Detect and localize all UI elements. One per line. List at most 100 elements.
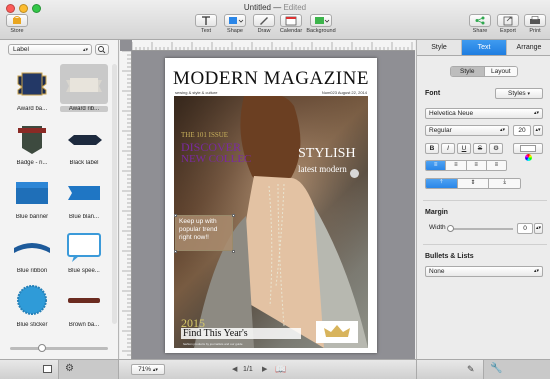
issue-number-text[interactable]: THE 101 ISSUE [181, 131, 228, 139]
inspector-toggle-a[interactable]: ✎ [416, 360, 483, 379]
justify-button[interactable]: ≡ [486, 161, 506, 170]
slider-knob[interactable] [38, 344, 46, 352]
horizontal-ruler [132, 40, 415, 51]
magazine-tagline[interactable]: sewing & style & culture [175, 90, 217, 95]
library-item-label: Black label [69, 160, 99, 166]
brown-banner-thumb [60, 280, 108, 320]
share-button[interactable]: Share [467, 14, 493, 38]
library-item-brown-banner[interactable]: Brown ba... [60, 280, 108, 328]
thumbnail-size-slider[interactable] [10, 344, 108, 352]
text-tool-button[interactable]: Text [193, 14, 219, 38]
alignment-group: ≡ ≡ ≡ ≡ [425, 160, 507, 171]
zoom-select[interactable]: 71% ▴▾ [131, 364, 165, 375]
magazine-title[interactable]: MODERN MAGAZINE [165, 68, 377, 90]
tab-text[interactable]: Text [462, 40, 507, 55]
search-button[interactable] [95, 44, 109, 55]
subtab-layout[interactable]: Layout [484, 67, 517, 76]
library-item-label: Award rib... [60, 106, 108, 112]
calendar-tool-button[interactable]: Calendar [278, 14, 304, 38]
textbox-handle-tr[interactable] [232, 214, 235, 217]
background-tool-label: Background [306, 28, 336, 34]
library-item-blue-blank[interactable]: Blue blan... [60, 172, 108, 220]
textbox-handle-bl[interactable] [174, 250, 177, 253]
category-select[interactable]: Label ▴▾ [8, 44, 92, 55]
align-center-button[interactable]: ≡ [446, 161, 467, 170]
stylish-headline[interactable]: STYLISH [298, 146, 356, 162]
library-item-badge-ribbon[interactable]: Badge - ri... [8, 118, 56, 166]
font-family-select[interactable]: Helvetica Neue ▴▾ [425, 108, 543, 119]
tab-style[interactable]: Style [417, 40, 462, 55]
tab-arrange[interactable]: Arrange [507, 40, 550, 55]
valign-top-button[interactable]: ⤒ [426, 179, 458, 188]
align-left-icon: ≡ [433, 162, 438, 168]
library-item-blue-speech[interactable]: Blue spee... [60, 226, 108, 274]
align-left-button[interactable]: ≡ [426, 161, 447, 170]
crown-logo[interactable] [316, 321, 358, 343]
library-item-label: Blue blan... [68, 214, 100, 220]
valign-bottom-button[interactable]: ⤓ [489, 179, 520, 188]
previous-page-button[interactable]: ◀ [232, 365, 237, 373]
styles-dropdown[interactable]: Styles ▾ [495, 88, 543, 99]
bullets-select[interactable]: None ▴▾ [425, 266, 543, 277]
italic-button[interactable]: I [441, 143, 455, 154]
draw-tool-label: Draw [257, 28, 271, 34]
shape-tool-label: Shape [227, 28, 243, 34]
pages-view-button[interactable]: 📖 [275, 364, 289, 375]
text-color-well[interactable] [513, 143, 543, 161]
slider-knob[interactable] [447, 225, 454, 232]
font-weight-select[interactable]: Regular ▴▾ [425, 125, 509, 136]
font-size-field[interactable]: 20 [513, 125, 531, 136]
cover-photo[interactable]: THE 101 ISSUE DISCOVER NEW COLLEC STYLIS… [174, 96, 368, 348]
magazine-page[interactable]: MODERN MAGAZINE sewing & style & culture… [165, 58, 377, 353]
textbox-handle-tl[interactable] [174, 214, 177, 217]
textbox-handle-br[interactable] [232, 250, 235, 253]
library-view-button[interactable] [0, 360, 59, 379]
align-center-icon: ≡ [454, 162, 458, 168]
align-right-button[interactable]: ≡ [466, 161, 487, 170]
underline-button[interactable]: U [457, 143, 471, 154]
find-headline[interactable]: Find This Year's [181, 328, 301, 339]
library-item-blue-sticker[interactable]: Blue sticker [8, 280, 56, 328]
library-item-award-ribbon[interactable]: Award rib... [60, 64, 108, 112]
bold-button[interactable]: B [425, 143, 439, 154]
share-label: Share [472, 28, 488, 34]
blue-speech-bubble-thumb [60, 226, 108, 266]
latest-modern-subhead[interactable]: latest modern [298, 164, 347, 174]
keep-up-textbox[interactable]: Keep up with popular trend right now!! [175, 215, 233, 251]
strikethrough-button[interactable]: S [473, 143, 487, 154]
library-item-label: Blue sticker [16, 322, 48, 328]
library-item-award-badge[interactable]: Award ba... [8, 64, 56, 112]
library-item-label: Brown ba... [68, 322, 100, 328]
fine-print[interactable]: fashion products by journalists and our … [183, 342, 243, 346]
background-icon [310, 14, 332, 27]
shape-tool-button[interactable]: Shape [222, 14, 248, 38]
chevron-updown-icon: ▴▾ [533, 110, 539, 116]
book-icon: 📖 [275, 364, 287, 374]
library-panel: Label ▴▾ Award ba... Award rib... Badge … [0, 40, 119, 359]
library-item-black-label[interactable]: Black label [60, 118, 108, 166]
text-tool-label: Text [200, 28, 212, 34]
font-size-stepper[interactable]: ▴▾ [533, 125, 543, 136]
inspector-toggle-b[interactable]: 🔧 [483, 360, 550, 379]
text-icon [195, 14, 217, 27]
settings-view-button[interactable]: ⚙ [59, 360, 119, 379]
draw-tool-button[interactable]: Draw [251, 14, 277, 38]
library-item-blue-ribbon[interactable]: Blue ribbon [8, 226, 56, 274]
margin-width-slider[interactable] [447, 225, 513, 232]
pen-icon [253, 14, 275, 27]
issue-date[interactable]: Num023 August 22, 2014 [322, 90, 367, 95]
background-tool-button[interactable]: Background [305, 14, 337, 38]
print-button[interactable]: Print [522, 14, 548, 38]
store-button[interactable]: Store [4, 14, 30, 38]
library-scrollbar[interactable] [112, 64, 117, 324]
margin-width-field[interactable]: 0 [517, 223, 533, 234]
new-collection-headline[interactable]: NEW COLLEC [181, 153, 251, 165]
next-page-button[interactable]: ▶ [262, 365, 267, 373]
library-item-blue-banner[interactable]: Blue banner [8, 172, 56, 220]
subtab-style[interactable]: Style [451, 67, 485, 76]
gear-button[interactable]: ⚙ [489, 143, 503, 154]
export-button[interactable]: Export [495, 14, 521, 38]
chevron-updown-icon: ▴▾ [152, 367, 158, 373]
valign-middle-button[interactable]: ⇕ [457, 179, 490, 188]
margin-width-stepper[interactable]: ▴▾ [534, 223, 543, 234]
